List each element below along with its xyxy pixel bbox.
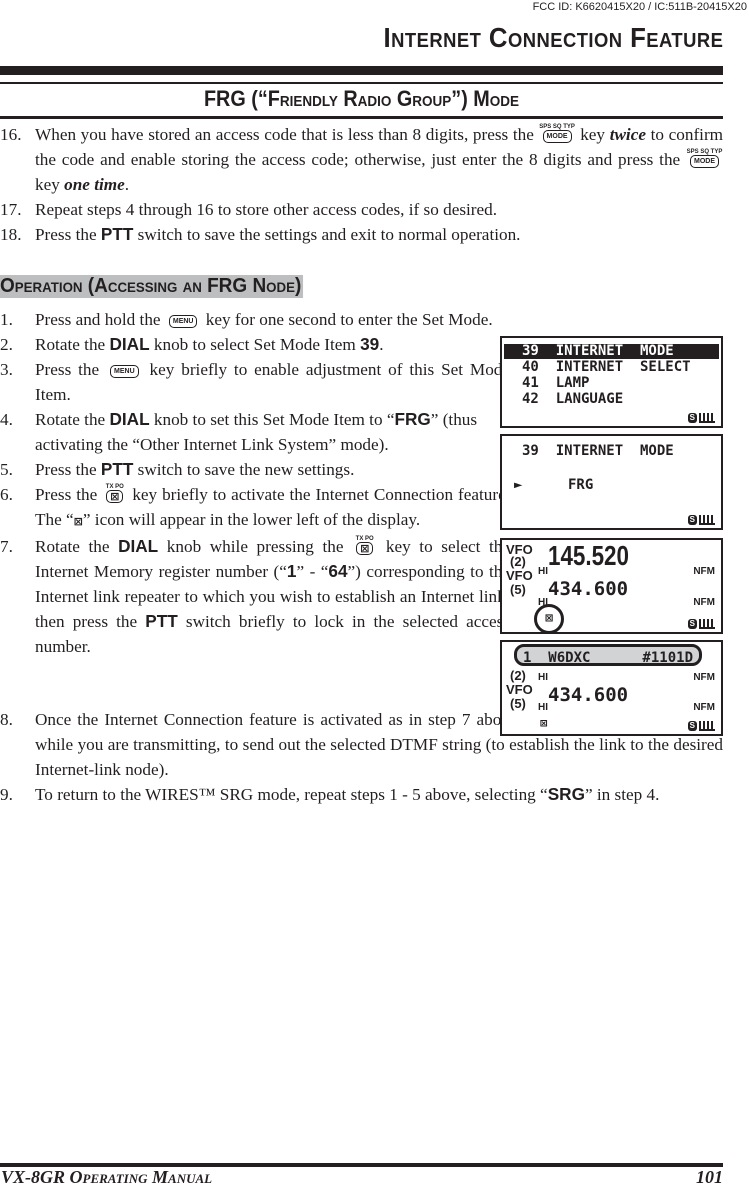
op-step-4: 4. Rotate the DIAL knob to set this Set …: [0, 409, 478, 454]
operation-steps: 1. Press and hold the MENU key for one s…: [0, 307, 510, 659]
status-indicators: S: [687, 413, 715, 423]
section-title: FRG (“Friendly Radio Group”) Mode: [203, 86, 520, 111]
step-16: 16. When you have stored an access code …: [0, 123, 724, 194]
vfo-b-frequency: 434.600: [548, 578, 629, 600]
vfo-b-channel: (5): [510, 582, 526, 597]
internet-icon: ⊠: [540, 716, 548, 730]
op-step-6: 6. Press the TX PO ⊠ key briefly to activ…: [0, 483, 510, 529]
lcd-row: 40 INTERNET SELECT: [522, 359, 691, 375]
battery-icon: [699, 515, 715, 525]
s-badge-icon: S: [687, 515, 697, 525]
lcd-value: FRG: [568, 477, 594, 493]
section-rule: [0, 116, 723, 119]
s-badge-icon: S: [687, 413, 697, 423]
fcc-id: FCC ID: K6620415X20 / IC:511B-20415X20: [532, 1, 747, 13]
page-number: 101: [696, 1167, 723, 1187]
vfo-b-label: VFO: [506, 682, 533, 697]
op-step-1: 1. Press and hold the MENU key for one s…: [0, 310, 493, 329]
battery-icon: [699, 619, 715, 629]
op-step-9: 9. To return to the WIRES™ SRG mode, rep…: [0, 784, 660, 804]
arrow-icon: ►: [514, 477, 523, 493]
internet-memory-banner: 1 W6DXC #1101D: [514, 644, 702, 666]
vfo-a-power: HI: [538, 566, 548, 577]
menu-key-icon: MENU: [110, 364, 139, 378]
op-step-2: 2. Rotate the DIAL knob to select Set Mo…: [0, 334, 384, 354]
header-rule-thin: [0, 82, 723, 84]
lcd-internet: 1 W6DXC #1101D (2) HI NFM VFO (5) 434.60…: [500, 640, 723, 736]
chapter-title: Internet Connection Feature: [383, 22, 723, 53]
menu-key-icon: MENU: [168, 314, 198, 328]
mode-key-icon: SPS SQ TYP MODE: [539, 124, 575, 143]
status-indicators: S: [687, 515, 715, 525]
op-step-5: 5. Press the PTT switch to save the new …: [0, 459, 355, 479]
vfo-a-channel: (2): [510, 554, 526, 569]
vfo-a-mode: NFM: [693, 566, 715, 577]
internet-key-icon: TX PO⊠: [355, 535, 374, 555]
operation-heading: Operation (Accessing an FRG Node): [0, 275, 304, 298]
internet-icon: ⊠: [73, 515, 83, 528]
vfo-b-label: VFO: [506, 568, 533, 583]
vfo-b-mode: NFM: [693, 597, 715, 608]
lcd-row: 42 LANGUAGE: [522, 391, 624, 407]
vfo-b-frequency: 434.600: [548, 684, 629, 706]
vfo-b-channel: (5): [510, 696, 526, 711]
lcd-menu-list: 39 INTERNET MODE 40 INTERNET SELECT 41 L…: [500, 336, 723, 428]
header-rule: [0, 66, 723, 75]
status-indicators: S: [687, 721, 715, 731]
lcd-title: 39 INTERNET MODE: [522, 443, 674, 459]
battery-icon: [699, 413, 715, 423]
vfo-a-power: HI: [538, 672, 548, 683]
op-step-7: 7. Rotate the DIAL knob while pressing t…: [0, 535, 511, 656]
vfo-b-mode: NFM: [693, 702, 715, 713]
vfo-a-frequency: 145.520: [548, 540, 629, 571]
internet-icon: ⊠: [534, 604, 564, 634]
steps-top: 16. When you have stored an access code …: [0, 122, 723, 247]
lcd-menu-value: 39 INTERNET MODE ► FRG S: [500, 434, 723, 530]
lcd-row-selected: 39 INTERNET MODE: [504, 344, 719, 359]
battery-icon: [699, 721, 715, 731]
s-badge-icon: S: [687, 721, 697, 731]
lcd-vfo: VFO (2) 145.520 HI NFM VFO (5) 434.600 H…: [500, 538, 723, 634]
vfo-b-power: HI: [538, 702, 548, 713]
manual-title: VX-8GR Operating Manual: [1, 1167, 213, 1187]
vfo-a-mode: NFM: [693, 672, 715, 683]
lcd-row: 41 LAMP: [522, 375, 590, 391]
step-18: 18. Press the PTT switch to save the set…: [0, 224, 521, 244]
internet-key-icon: TX PO⊠: [105, 483, 124, 503]
status-indicators: S: [687, 619, 715, 629]
step-17: 17. Repeat steps 4 through 16 to store o…: [0, 200, 498, 219]
op-step-3: 3. Press the MENU key briefly to enable …: [0, 360, 511, 404]
s-badge-icon: S: [687, 619, 697, 629]
vfo-a-channel: (2): [510, 668, 526, 683]
mode-key-icon: SPS SQ TYP MODE: [687, 149, 722, 168]
